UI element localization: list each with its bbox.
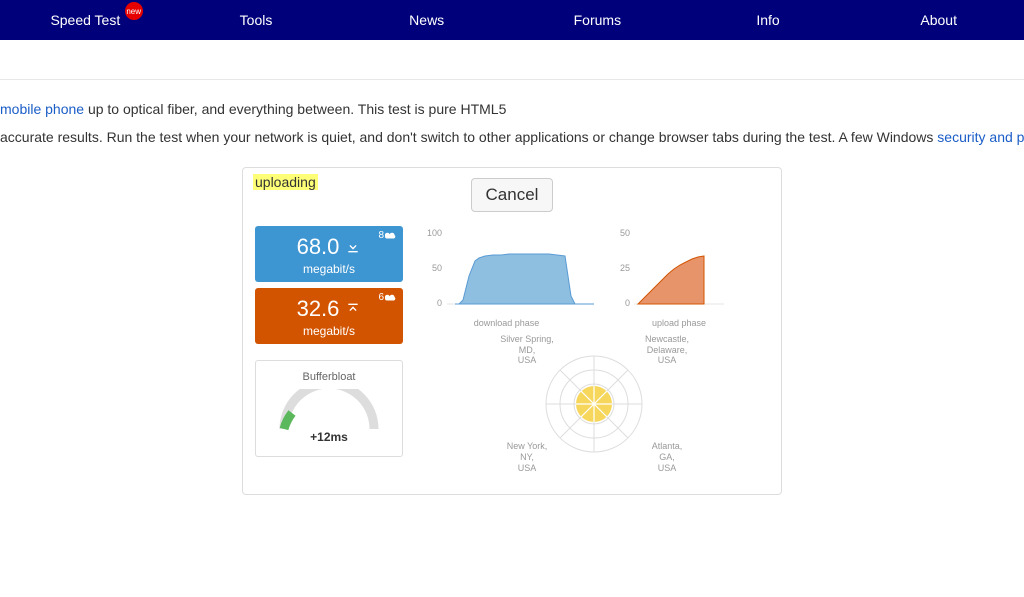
download-streams: 8: [378, 230, 397, 241]
svg-text:50: 50: [620, 228, 630, 238]
cloud-icon: [385, 231, 397, 240]
svg-text:25: 25: [620, 263, 630, 273]
upload-streams: 6: [378, 292, 397, 303]
bufferbloat-title: Bufferbloat: [262, 371, 396, 383]
svg-text:100: 100: [427, 228, 442, 238]
radar-server-br: Atlanta,GA,USA: [640, 441, 694, 473]
download-result: 8 68.0 megabit/s: [255, 226, 403, 282]
svg-text:0: 0: [625, 298, 630, 308]
nav-label: Speed Test: [50, 12, 120, 28]
server-radar: Silver Spring,MD,USA Newcastle,Delaware,…: [514, 334, 674, 474]
status-badge: uploading: [253, 174, 318, 190]
spacer: [0, 40, 1024, 80]
bufferbloat-gauge: [274, 389, 384, 431]
radar-server-tr: Newcastle,Delaware,USA: [640, 334, 694, 366]
mobile-phone-link[interactable]: mobile phone: [0, 101, 84, 117]
download-value: 68.0: [297, 234, 340, 260]
nav-speed-test[interactable]: Speed Test new: [0, 12, 171, 28]
main-navbar: Speed Test new Tools News Forums Info Ab…: [0, 0, 1024, 40]
radar-server-bl: New York,NY,USA: [500, 441, 554, 473]
speedtest-panel: uploading Cancel 8 68.0 megabit/s 6: [242, 167, 782, 495]
upload-chart: 50 25 0 upload phase: [614, 226, 744, 328]
svg-text:0: 0: [437, 298, 442, 308]
nav-about[interactable]: About: [853, 12, 1024, 28]
bufferbloat-value: +12ms: [262, 430, 396, 444]
nav-tools[interactable]: Tools: [171, 12, 342, 28]
cloud-icon: [385, 293, 397, 302]
upload-icon: [345, 301, 361, 317]
cancel-button[interactable]: Cancel: [471, 178, 554, 212]
upload-value: 32.6: [297, 296, 340, 322]
intro-text: mobile phone up to optical fiber, and ev…: [0, 80, 1024, 149]
nav-forums[interactable]: Forums: [512, 12, 683, 28]
download-icon: [345, 239, 361, 255]
security-link[interactable]: security and privacy software package: [937, 129, 1024, 145]
new-badge: new: [125, 2, 143, 20]
upload-unit: megabit/s: [261, 324, 397, 338]
upload-result: 6 32.6 megabit/s: [255, 288, 403, 344]
upload-chart-label: upload phase: [614, 318, 744, 328]
download-chart: 100 50 0 download phase: [419, 226, 594, 328]
bufferbloat-box: Bufferbloat +12ms: [255, 360, 403, 457]
nav-news[interactable]: News: [341, 12, 512, 28]
nav-info[interactable]: Info: [683, 12, 854, 28]
download-chart-label: download phase: [419, 318, 594, 328]
download-unit: megabit/s: [261, 262, 397, 276]
svg-text:50: 50: [432, 263, 442, 273]
radar-server-tl: Silver Spring,MD,USA: [500, 334, 554, 366]
